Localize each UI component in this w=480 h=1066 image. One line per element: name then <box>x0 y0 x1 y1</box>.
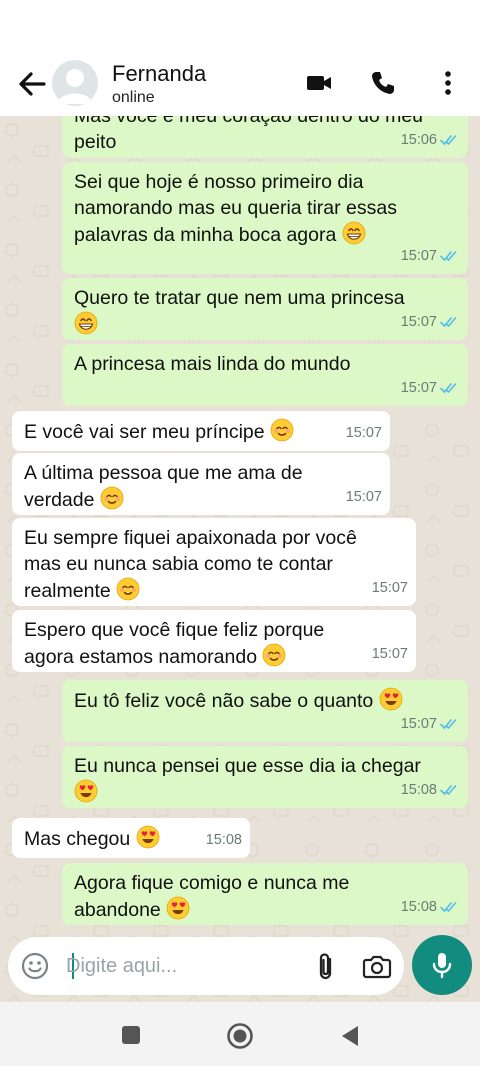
message-time: 15:07 <box>400 248 437 264</box>
outgoing-message[interactable]: Sei que hoje é nosso primeiro dia namora… <box>62 162 468 274</box>
message-meta: 15:07 <box>346 484 382 510</box>
message-text: Sei que hoje é nosso primeiro dia namora… <box>74 169 456 248</box>
message-text-content: Mas chegou <box>24 828 131 850</box>
message-text-content: E você vai ser meu príncipe <box>24 421 265 443</box>
smiling-emoji-icon <box>270 418 294 442</box>
message-meta: 15:07 <box>401 309 460 335</box>
message-time: 15:07 <box>371 646 408 662</box>
incoming-message[interactable]: Eu sempre fiquei apaixonada por você mas… <box>12 518 416 606</box>
grinning-emoji-icon <box>342 221 366 245</box>
smiling-emoji-icon <box>116 577 140 601</box>
heart-eyes-emoji-icon <box>74 779 98 803</box>
mic-button[interactable] <box>412 935 472 995</box>
home-icon[interactable] <box>226 1022 254 1050</box>
chat-header: Fernanda online <box>0 52 480 116</box>
message-text: A princesa mais linda do mundo <box>74 351 456 377</box>
message-meta: 15:08 <box>401 777 460 803</box>
arrow-left-icon[interactable] <box>16 70 48 98</box>
message-time: 15:07 <box>345 425 382 441</box>
message-time: 15:08 <box>400 782 437 798</box>
message-meta: 15:07 <box>372 575 408 601</box>
outgoing-message[interactable]: Agora fique comigo e nunca me abandone 1… <box>62 863 468 925</box>
message-time: 15:07 <box>345 489 382 505</box>
message-time: 15:07 <box>400 716 437 732</box>
message-text: E você vai ser meu príncipe <box>24 418 378 445</box>
message-meta: 15:08 <box>401 894 460 920</box>
outgoing-message[interactable]: Quero te tratar que nem uma princesa 15:… <box>62 278 468 340</box>
smiling-emoji-icon <box>100 486 124 510</box>
incoming-message[interactable]: E você vai ser meu príncipe 15:07 <box>12 411 390 451</box>
message-meta: 15:07 <box>401 375 460 401</box>
heart-eyes-emoji-icon <box>379 687 403 711</box>
message-text: Agora fique comigo e nunca me abandone <box>74 870 456 923</box>
outgoing-message[interactable]: Mas você é meu coração dentro do meu pei… <box>62 116 468 158</box>
message-input[interactable]: Digite aqui... <box>66 955 177 978</box>
message-meta: 15:07 <box>346 420 382 446</box>
smiling-emoji-icon <box>263 643 286 667</box>
microphone-icon <box>432 953 452 979</box>
camera-icon[interactable] <box>362 952 392 980</box>
read-ticks-icon <box>440 383 457 394</box>
read-ticks-icon <box>440 135 457 146</box>
message-time: 15:07 <box>371 580 408 596</box>
message-text: Eu sempre fiquei apaixonada por você mas… <box>24 525 404 604</box>
message-composer: Digite aqui... <box>8 937 404 995</box>
phone-icon[interactable] <box>368 68 398 98</box>
video-call-icon[interactable] <box>304 68 334 98</box>
message-text-content: Eu sempre fiquei apaixonada por você mas… <box>24 527 357 602</box>
read-ticks-icon <box>440 317 457 328</box>
system-nav-bar <box>0 1002 480 1066</box>
message-time: 15:08 <box>205 832 242 848</box>
avatar[interactable] <box>52 60 98 106</box>
emoji-icon[interactable] <box>20 951 50 981</box>
message-meta: 15:07 <box>372 641 408 667</box>
message-text: Espero que você fique feliz porque agora… <box>24 617 404 670</box>
message-text: Eu nunca pensei que esse dia ia chegar <box>74 753 456 806</box>
recents-icon[interactable] <box>121 1025 141 1045</box>
message-meta: 15:06 <box>401 127 460 153</box>
incoming-message[interactable]: Espero que você fique feliz porque agora… <box>12 610 416 672</box>
message-text-content: Mas você é meu coração dentro do meu pei… <box>74 116 424 153</box>
outgoing-message[interactable]: Eu tô feliz você não sabe o quanto 15:07 <box>62 680 468 742</box>
heart-eyes-emoji-icon <box>166 896 190 920</box>
message-text-content: Agora fique comigo e nunca me abandone <box>74 872 350 921</box>
incoming-message[interactable]: Mas chegou 15:08 <box>12 818 250 858</box>
chat-area[interactable]: Mas você é meu coração dentro do meu pei… <box>0 116 480 1002</box>
message-time: 15:06 <box>400 132 437 148</box>
message-meta: 15:08 <box>206 827 242 853</box>
outgoing-message[interactable]: A princesa mais linda do mundo 15:07 <box>62 344 468 406</box>
message-text-content: A princesa mais linda do mundo <box>74 353 351 375</box>
read-ticks-icon <box>440 719 457 730</box>
message-meta: 15:07 <box>401 243 460 269</box>
message-text: Quero te tratar que nem uma princesa <box>74 285 456 338</box>
status-bar <box>0 0 480 52</box>
message-text: Mas você é meu coração dentro do meu pei… <box>74 116 456 155</box>
grinning-emoji-icon <box>74 311 98 335</box>
read-ticks-icon <box>440 902 457 913</box>
message-text-content: Eu nunca pensei que esse dia ia chegar <box>74 755 421 777</box>
message-text-content: Quero te tratar que nem uma princesa <box>74 287 405 309</box>
message-meta: 15:07 <box>401 711 460 737</box>
incoming-message[interactable]: A última pessoa que me ama de verdade 15… <box>12 453 390 515</box>
more-vert-icon[interactable] <box>433 68 463 98</box>
contact-status: online <box>112 89 155 106</box>
back-nav-icon[interactable] <box>339 1024 361 1048</box>
message-text-content: Eu tô feliz você não sabe o quanto <box>74 690 374 712</box>
message-time: 15:07 <box>400 380 437 396</box>
message-text: A última pessoa que me ama de verdade <box>24 460 378 513</box>
read-ticks-icon <box>440 251 457 262</box>
read-ticks-icon <box>440 785 457 796</box>
message-text-content: A última pessoa que me ama de verdade <box>24 462 303 511</box>
default-avatar-icon <box>57 69 93 104</box>
message-time: 15:08 <box>400 899 437 915</box>
paperclip-icon[interactable] <box>313 951 339 983</box>
message-time: 15:07 <box>400 314 437 330</box>
message-text: Eu tô feliz você não sabe o quanto <box>74 687 456 714</box>
outgoing-message[interactable]: Eu nunca pensei que esse dia ia chegar 1… <box>62 746 468 808</box>
heart-eyes-emoji-icon <box>136 825 160 849</box>
contact-name[interactable]: Fernanda <box>112 61 206 87</box>
